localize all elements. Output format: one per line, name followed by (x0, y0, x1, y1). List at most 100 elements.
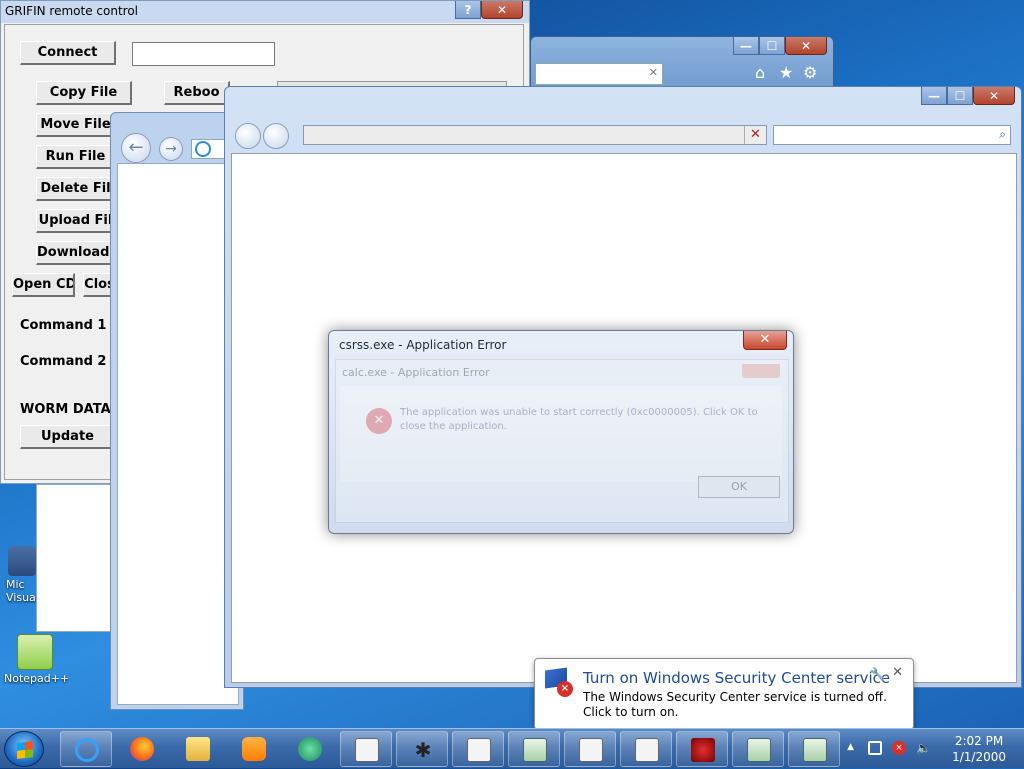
application-window-icon (579, 738, 603, 762)
windows-security-flag-icon: × (545, 667, 573, 697)
error-icon: ✕ (366, 408, 392, 434)
command-2-label: Command 2 (20, 354, 107, 369)
search-icon[interactable]: ⌕ (999, 127, 1006, 142)
start-button[interactable] (4, 731, 44, 767)
close-icon[interactable]: ✕ (892, 665, 903, 680)
favorites-star-icon[interactable]: ★ (779, 63, 793, 82)
ok-button[interactable]: OK (698, 476, 780, 498)
taskbar-item-red-app[interactable] (676, 731, 728, 767)
window-title: GRIFIN remote control (1, 1, 529, 23)
connect-address-input[interactable] (132, 42, 275, 66)
download-file-button[interactable]: Download F (36, 241, 116, 265)
update-button[interactable]: Update (20, 425, 116, 449)
application-window-icon (635, 738, 659, 762)
notepad-plus-plus-icon (17, 634, 53, 670)
clock-time: 2:02 PM (954, 734, 1004, 748)
taskbar-item-window-6[interactable] (732, 731, 784, 767)
settings-gear-icon[interactable]: ⚙ (803, 63, 817, 82)
ghost-close-button (742, 364, 780, 378)
desktop-icon-label: Notepad++ (4, 672, 70, 685)
taskbar-item-media-player[interactable] (228, 731, 280, 767)
application-window-icon (355, 738, 379, 762)
security-center-notification[interactable]: × Turn on Windows Security Center servic… (534, 658, 914, 730)
taskbar-item-window-1[interactable] (340, 731, 392, 767)
window-caption-buttons: — ☐ ✕ (733, 37, 827, 55)
run-file-button[interactable]: Run File (36, 145, 116, 169)
ghost-dialog-title: calc.exe - Application Error (342, 366, 490, 379)
address-bar[interactable]: ✕ (535, 63, 663, 85)
windows-logo-icon (17, 741, 33, 759)
taskbar-item-app[interactable] (284, 731, 336, 767)
background-window-panel (36, 484, 114, 632)
forward-arrow-icon[interactable] (263, 123, 289, 149)
worm-data-label: WORM DATA: (20, 402, 117, 417)
taskbar-item-window-7[interactable] (788, 731, 840, 767)
taskbar-item-explorer[interactable] (172, 731, 224, 767)
visual-studio-icon (8, 546, 36, 576)
folder-icon (186, 737, 210, 761)
copy-file-button[interactable]: Copy File (36, 81, 132, 105)
application-error-dialog: csrss.exe - Application Error ✕ calc.exe… (328, 330, 794, 534)
ghost-dialog-message: The application was unable to start corr… (400, 407, 758, 432)
search-input[interactable]: ⌕ (773, 125, 1011, 145)
application-window-icon (747, 738, 771, 762)
help-button[interactable]: ? (455, 1, 481, 19)
home-icon[interactable]: ⌂ (755, 63, 765, 82)
reboot-button[interactable]: Reboo (164, 81, 230, 105)
minimize-button[interactable]: — (921, 87, 947, 105)
close-button[interactable]: ✕ (973, 87, 1015, 105)
taskbar-item-window-2[interactable] (452, 731, 504, 767)
show-hidden-icons-button[interactable]: ▲ (847, 742, 854, 752)
command-1-label: Command 1 (20, 318, 107, 333)
taskbar-item-window-3[interactable] (508, 731, 560, 767)
address-bar[interactable]: ▾ ✕ (303, 125, 814, 145)
close-button[interactable]: ✕ (481, 1, 523, 19)
notification-title[interactable]: Turn on Windows Security Center service (583, 669, 890, 687)
spider-icon: ✱ (414, 738, 432, 762)
desktop-icon-notepad-plus-plus[interactable]: Notepad++ (4, 634, 70, 685)
move-file-button[interactable]: Move File (36, 113, 116, 137)
red-creature-icon (691, 738, 715, 762)
close-tab-icon[interactable]: ✕ (649, 66, 658, 79)
back-arrow-icon[interactable] (235, 123, 261, 149)
wrench-icon[interactable]: 🔧 (870, 667, 885, 681)
application-window-icon (803, 738, 827, 762)
security-alert-icon[interactable]: × (892, 741, 906, 755)
internet-explorer-icon (195, 141, 211, 157)
dialog-title: csrss.exe - Application Error (339, 338, 507, 352)
stop-icon[interactable]: ✕ (744, 126, 766, 144)
window-caption-buttons: — ☐ ✕ (921, 87, 1015, 105)
window-caption-buttons: ? ✕ (455, 1, 523, 19)
ghost-dialog-body: ✕ The application was unable to start co… (340, 386, 782, 482)
internet-explorer-icon (75, 738, 99, 762)
minimize-button[interactable]: — (733, 37, 759, 55)
firefox-icon (130, 737, 154, 761)
taskbar-item-window-4[interactable] (564, 731, 616, 767)
forward-arrow-icon[interactable]: → (159, 137, 183, 161)
upload-file-button[interactable]: Upload Fil (36, 209, 116, 233)
taskbar-item-window-5[interactable] (620, 731, 672, 767)
clock[interactable]: 2:02 PM 1/1/2000 (952, 733, 1006, 765)
ie-content-area (117, 163, 239, 705)
connect-button[interactable]: Connect (20, 41, 116, 65)
taskbar: ✱ ▲ × 🔈 2:02 PM 1/1/2000 (0, 728, 1024, 768)
clock-date: 1/1/2000 (952, 750, 1006, 764)
taskbar-item-spider[interactable]: ✱ (396, 731, 448, 767)
maximize-button[interactable]: ☐ (947, 87, 973, 105)
close-button[interactable]: ✕ (743, 331, 787, 350)
network-icon[interactable] (868, 741, 882, 755)
notification-message[interactable]: The Windows Security Center service is t… (583, 690, 893, 720)
volume-muted-icon[interactable]: 🔈 (916, 741, 931, 755)
taskbar-item-internet-explorer[interactable] (60, 731, 112, 767)
back-arrow-icon[interactable]: ← (121, 133, 151, 163)
application-window-icon (467, 738, 491, 762)
app-circle-icon (298, 737, 322, 761)
maximize-button[interactable]: ☐ (759, 37, 785, 55)
close-button[interactable]: ✕ (785, 37, 827, 55)
application-window-icon (523, 738, 547, 762)
delete-file-button[interactable]: Delete Fil (36, 177, 116, 201)
open-cd-button[interactable]: Open CD (12, 273, 75, 297)
taskbar-item-firefox[interactable] (116, 731, 168, 767)
media-player-icon (242, 737, 266, 761)
ghost-error-dialog: calc.exe - Application Error ✕ The appli… (335, 359, 789, 523)
